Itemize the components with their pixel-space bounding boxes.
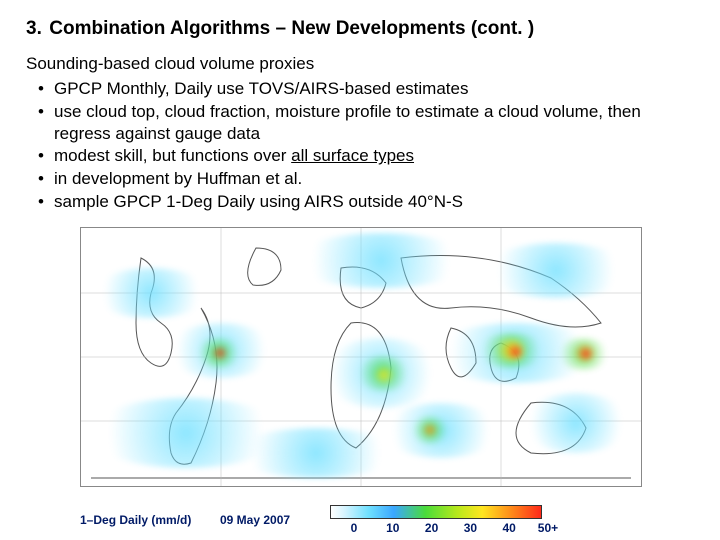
list-item: use cloud top, cloud fraction, moisture …	[38, 101, 694, 145]
list-item: sample GPCP 1-Deg Daily using AIRS outsi…	[38, 191, 694, 213]
list-item: in development by Huffman et al.	[38, 168, 694, 190]
colorbar-tick: 0	[336, 521, 372, 535]
map-legend: 1–Deg Daily (mm/d) 09 May 2007 0 10 20 3…	[80, 505, 640, 535]
world-map-figure: 1–Deg Daily (mm/d) 09 May 2007 0 10 20 3…	[80, 227, 640, 535]
colorbar-tick: 40	[491, 521, 527, 535]
bullet-list: GPCP Monthly, Daily use TOVS/AIRS-based …	[26, 78, 694, 213]
colorbar-tick: 30	[452, 521, 488, 535]
subheading: Sounding-based cloud volume proxies	[26, 54, 694, 74]
list-item: GPCP Monthly, Daily use TOVS/AIRS-based …	[38, 78, 694, 100]
date-label: 09 May 2007	[220, 513, 330, 527]
colorbar	[330, 505, 542, 519]
colorbar-tick: 10	[375, 521, 411, 535]
colorbar-tick: 50+	[530, 521, 566, 535]
slide-title: 3. Combination Algorithms – New Developm…	[26, 18, 694, 40]
section-number: 3.	[26, 18, 44, 40]
colorbar-block: 0 10 20 30 40 50+	[330, 505, 566, 535]
product-label: 1–Deg Daily (mm/d)	[80, 513, 220, 527]
title-text: Combination Algorithms – New Development…	[49, 18, 534, 39]
colorbar-tick: 20	[414, 521, 450, 535]
list-item: modest skill, but functions over all sur…	[38, 145, 694, 167]
colorbar-ticks: 0 10 20 30 40 50+	[336, 521, 566, 535]
precipitation-map	[80, 227, 642, 487]
